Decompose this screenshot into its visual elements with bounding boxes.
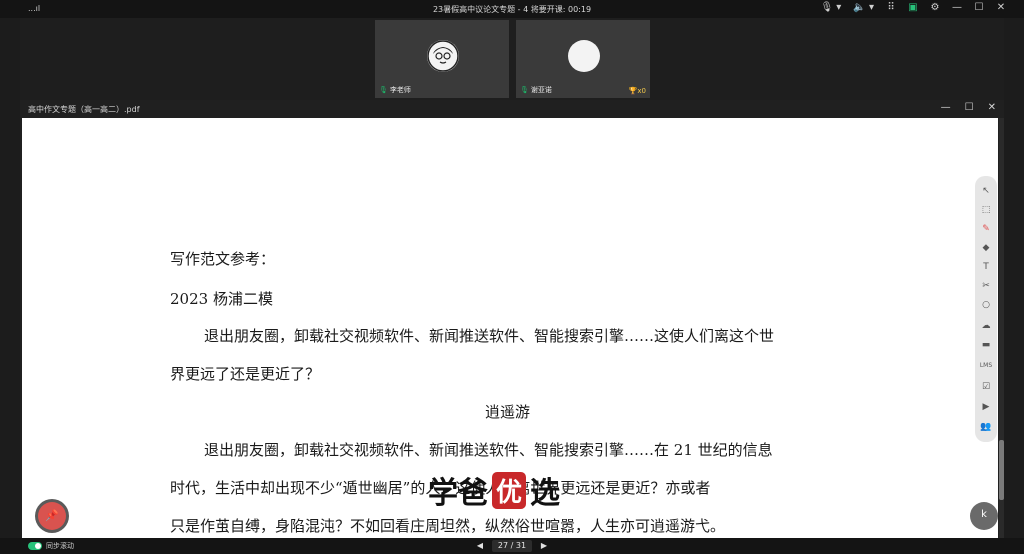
select-tool-icon[interactable]: ⬚ xyxy=(975,201,997,219)
exam-source: 2023 杨浦二模 xyxy=(170,290,273,308)
participant-label: 🎙 李老师 xyxy=(379,85,411,95)
microphone-icon[interactable]: 🎙 ▾ xyxy=(820,2,841,13)
members-tool-icon[interactable]: 👥 xyxy=(975,418,997,436)
sync-toggle[interactable] xyxy=(28,542,42,550)
logo-icon[interactable]: k xyxy=(970,502,998,530)
eraser-tool-icon[interactable]: ◆ xyxy=(975,239,997,257)
participant-tile-student[interactable]: 🎙 谢亚诺 🏆x0 xyxy=(516,20,650,98)
participant-label: 🎙 谢亚诺 xyxy=(520,85,552,95)
minimize-icon[interactable]: — xyxy=(952,2,962,13)
sync-label: 同步滚动 xyxy=(46,542,74,550)
close-icon[interactable]: ✕ xyxy=(988,102,996,113)
shape-tool-icon[interactable]: ○ xyxy=(975,296,997,314)
top-bar: ...ıl 23暑假高中议论文专题 - 4 将要开课: 00:19 🎙 ▾ 🔈 … xyxy=(0,0,1024,18)
board-tool-icon[interactable]: ▬ xyxy=(975,336,997,354)
maximize-icon[interactable]: ☐ xyxy=(965,102,974,113)
top-controls: 🎙 ▾ 🔈 ▾ ⠿ ▣ ⚙ — ☐ ✕ xyxy=(820,2,1006,13)
participant-name: 李老师 xyxy=(389,86,411,94)
prompt-line-2: 界更远了还是更近了？ xyxy=(170,365,321,383)
document-window-controls: — ☐ ✕ xyxy=(941,102,996,113)
essay-title: 逍遥游 xyxy=(485,403,531,421)
bottom-bar: 同步滚动 ◀ 27 / 31 ▶ xyxy=(0,538,1024,554)
scissors-tool-icon[interactable]: ✂ xyxy=(975,277,997,295)
document-titlebar: 高中作文专题（高一高二）.pdf — ☐ ✕ xyxy=(20,100,1004,117)
pen-tool-icon[interactable]: ✎ xyxy=(975,220,997,238)
watermark: 学爸 优 选 xyxy=(428,468,560,512)
avatar xyxy=(427,40,459,72)
prev-page-icon[interactable]: ◀ xyxy=(474,540,486,552)
video-strip: 🎙 李老师 🎙 谢亚诺 🏆x0 xyxy=(20,18,1004,100)
cloud-tool-icon[interactable]: ☁ xyxy=(975,317,997,335)
pager: ◀ 27 / 31 ▶ xyxy=(474,540,550,552)
document-filename: 高中作文专题（高一高二）.pdf xyxy=(28,105,140,114)
lms-tool-icon[interactable]: LMS xyxy=(975,357,997,375)
minimize-icon[interactable]: — xyxy=(941,102,951,113)
microphone-icon: 🎙 xyxy=(379,86,388,94)
trophy-badge: 🏆x0 xyxy=(628,87,646,95)
sync-scroll[interactable]: 同步滚动 xyxy=(28,541,74,551)
close-icon[interactable]: ✕ xyxy=(996,2,1006,13)
settings-icon[interactable]: ⚙ xyxy=(930,2,940,13)
screen-icon[interactable]: ▣ xyxy=(908,2,918,13)
media-tool-icon[interactable]: ▶ xyxy=(975,398,997,416)
grid-icon[interactable]: ⠿ xyxy=(886,2,896,13)
watermark-mid: 优 xyxy=(492,471,527,509)
microphone-icon: 🎙 xyxy=(520,86,529,94)
scrollbar-thumb[interactable] xyxy=(999,440,1004,500)
avatar xyxy=(568,40,600,72)
pin-icon[interactable]: 📌 xyxy=(38,502,66,530)
participant-tile-teacher[interactable]: 🎙 李老师 xyxy=(375,20,509,98)
page-indicator[interactable]: 27 / 31 xyxy=(492,540,532,552)
speaker-icon[interactable]: 🔈 ▾ xyxy=(853,2,874,13)
maximize-icon[interactable]: ☐ xyxy=(974,2,984,13)
pointer-tool-icon[interactable]: ↖ xyxy=(975,182,997,200)
prompt-line-1: 退出朋友圈，卸载社交视频软件、新闻推送软件、智能搜索引擎……这使人们离这个世 xyxy=(204,327,775,345)
next-page-icon[interactable]: ▶ xyxy=(538,540,550,552)
section-heading: 写作范文参考： xyxy=(170,250,276,268)
watermark-left: 学爸 xyxy=(428,476,488,511)
quiz-tool-icon[interactable]: ☑ xyxy=(975,378,997,396)
essay-line-1: 退出朋友圈，卸载社交视频软件、新闻推送软件、智能搜索引擎……在 21 世纪的信息 xyxy=(204,441,773,459)
annotation-toolbar: ↖ ⬚ ✎ ◆ T ✂ ○ ☁ ▬ LMS ☑ ▶ 👥 xyxy=(975,176,997,442)
watermark-right: 选 xyxy=(530,476,561,511)
participant-name: 谢亚诺 xyxy=(530,86,552,94)
essay-line-3: 只是作茧自缚，身陷混沌？不如回看庄周坦然，纵然俗世喧嚣，人生亦可逍遥游弋。 xyxy=(170,517,726,535)
text-tool-icon[interactable]: T xyxy=(975,258,997,276)
vertical-scrollbar[interactable] xyxy=(999,118,1004,538)
